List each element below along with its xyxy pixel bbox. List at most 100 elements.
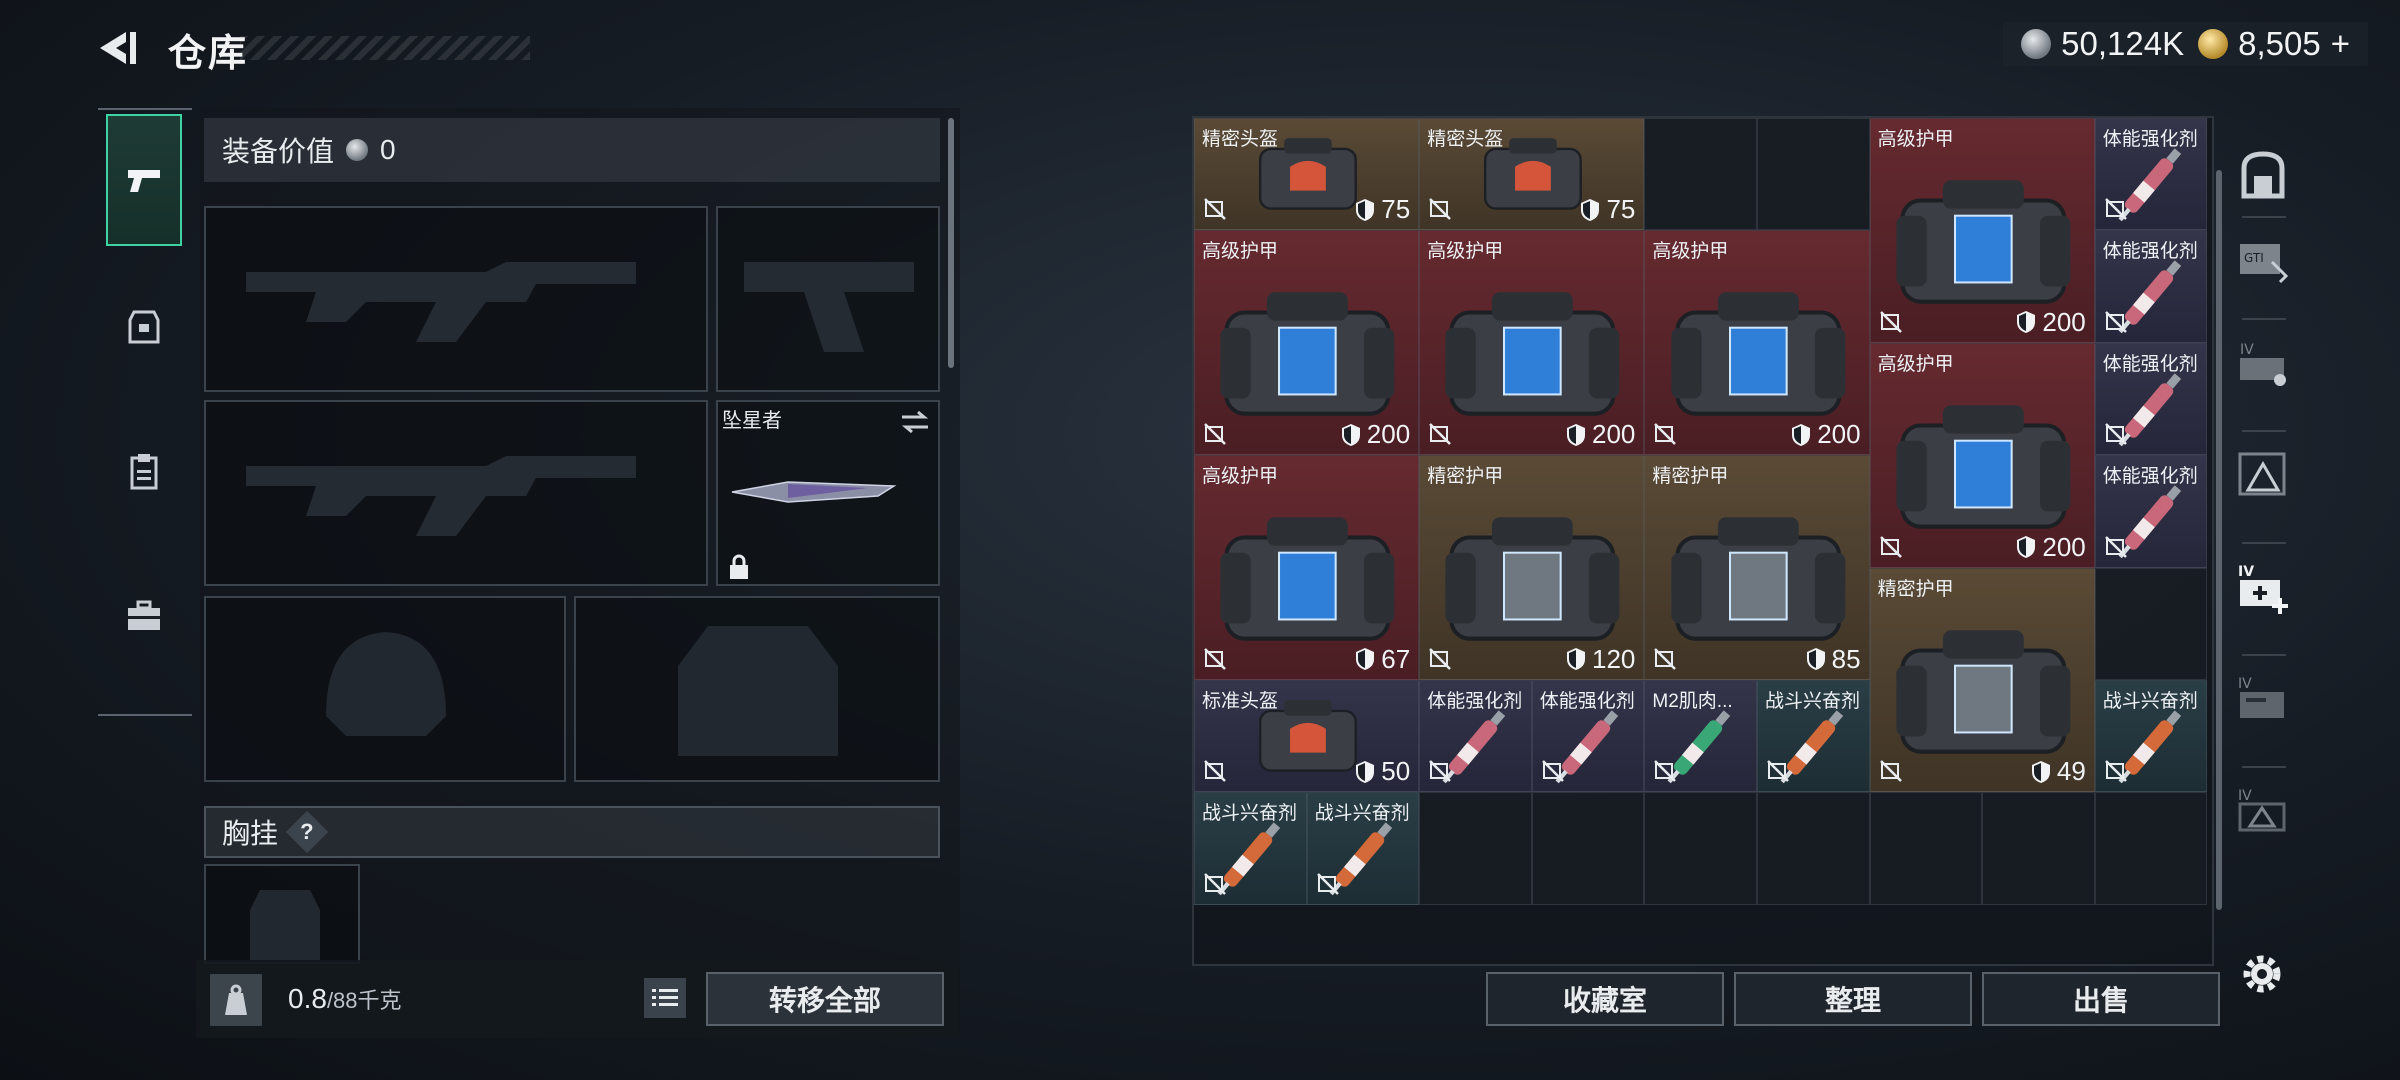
shield-icon bbox=[1806, 648, 1825, 671]
transfer-all-button[interactable]: 转移全部 bbox=[706, 972, 944, 1026]
inventory-item[interactable]: M2肌肉... bbox=[1644, 680, 1757, 793]
inventory-item[interactable]: 体能强化剂 bbox=[2094, 455, 2208, 568]
not-tradable-icon bbox=[2104, 423, 2127, 446]
secondary-weapon-slot[interactable] bbox=[716, 206, 940, 392]
case-add-icon[interactable]: IV bbox=[2234, 558, 2292, 616]
item-name: 体能强化剂 bbox=[2102, 353, 2198, 375]
item-name: 高级护甲 bbox=[1652, 241, 1729, 263]
equipment-value-label: 装备价值 bbox=[222, 136, 335, 167]
durability: 49 bbox=[2031, 756, 2086, 787]
shield-icon bbox=[2031, 760, 2050, 783]
inventory-item[interactable]: 高级护甲 200 bbox=[1644, 230, 1870, 456]
item-name: 战斗兴奋剂 bbox=[1202, 803, 1298, 825]
inventory-item[interactable]: 战斗兴奋剂 bbox=[1757, 680, 1870, 793]
empty-slot[interactable] bbox=[1644, 792, 1757, 905]
backpack-icon[interactable] bbox=[2234, 146, 2292, 204]
inventory-item[interactable]: 标准头盔 50 bbox=[1194, 680, 1420, 793]
gold-currency[interactable]: 8,505 + bbox=[2198, 25, 2350, 63]
durability: 200 bbox=[2016, 532, 2086, 563]
empty-slot[interactable] bbox=[2094, 792, 2208, 905]
empty-slot[interactable] bbox=[1869, 792, 1983, 905]
item-name: 体能强化剂 bbox=[2102, 241, 2198, 263]
inventory-item[interactable]: 高级护甲 200 bbox=[1194, 230, 1420, 456]
item-name: 体能强化剂 bbox=[2102, 129, 2198, 150]
knife-icon bbox=[731, 481, 897, 503]
inventory-item[interactable]: 体能强化剂 bbox=[2094, 118, 2208, 231]
sell-button[interactable]: 出售 bbox=[1982, 972, 2220, 1026]
empty-slot[interactable] bbox=[1982, 792, 2095, 905]
primary-weapon-slot[interactable] bbox=[204, 206, 708, 392]
case-iv-icon[interactable]: IV bbox=[2234, 334, 2292, 392]
category-equipment[interactable] bbox=[106, 260, 182, 392]
collection-room-button[interactable]: 收藏室 bbox=[1486, 972, 1724, 1026]
list-view-button[interactable] bbox=[644, 978, 686, 1018]
back-button[interactable] bbox=[96, 28, 142, 68]
inventory-item[interactable]: 精密头盔 75 bbox=[1194, 118, 1420, 231]
category-cases[interactable] bbox=[106, 550, 182, 682]
inventory-item[interactable]: 高级护甲 200 bbox=[1869, 342, 2095, 568]
inventory-item[interactable]: 体能强化剂 bbox=[2094, 230, 2208, 343]
add-gold-button[interactable]: + bbox=[2331, 25, 2350, 63]
not-tradable-icon bbox=[1316, 872, 1339, 895]
durability-value: 200 bbox=[1817, 419, 1861, 450]
advanced-armor-icon bbox=[1896, 180, 2071, 304]
category-sidebar bbox=[98, 108, 192, 716]
case-warning-icon[interactable] bbox=[2234, 446, 2292, 504]
item-name: 精密头盔 bbox=[1427, 129, 1504, 150]
melee-weapon-name: 坠星者 bbox=[722, 410, 782, 432]
shield-icon bbox=[1566, 648, 1585, 671]
inventory-item[interactable]: 精密护甲 49 bbox=[1869, 567, 2095, 793]
empty-slot[interactable] bbox=[1419, 792, 1532, 905]
empty-slot[interactable] bbox=[1644, 118, 1757, 231]
durability: 75 bbox=[1580, 194, 1635, 225]
weight-readout: 0.8/88千克 bbox=[288, 983, 402, 1015]
settings-button[interactable] bbox=[2238, 950, 2286, 998]
not-tradable-icon bbox=[1767, 760, 1789, 783]
category-consumables[interactable] bbox=[106, 406, 182, 538]
organize-button[interactable]: 整理 bbox=[1734, 972, 1972, 1026]
chest-rig-slot[interactable] bbox=[204, 864, 360, 964]
inventory-item[interactable]: 高级护甲 200 bbox=[1419, 230, 1645, 456]
swap-icon[interactable] bbox=[900, 410, 930, 434]
item-name: 高级护甲 bbox=[1877, 129, 1954, 150]
item-name: 精密头盔 bbox=[1202, 129, 1279, 150]
helmet-slot[interactable] bbox=[204, 596, 566, 782]
tertiary-weapon-slot[interactable] bbox=[204, 400, 708, 586]
inventory-item[interactable]: 高级护甲 67 bbox=[1194, 455, 1420, 680]
inventory-item[interactable]: 战斗兴奋剂 bbox=[1194, 792, 1307, 905]
empty-slot[interactable] bbox=[2094, 567, 2208, 680]
help-icon[interactable]: ? bbox=[285, 810, 329, 854]
inventory-item[interactable]: 精密头盔 75 bbox=[1419, 118, 1645, 231]
inventory-item[interactable]: 体能强化剂 bbox=[1419, 680, 1532, 793]
armor-slot[interactable] bbox=[574, 596, 940, 782]
case-folder-icon[interactable]: IV bbox=[2234, 670, 2292, 728]
silver-currency: 50,124K bbox=[2021, 25, 2184, 63]
inventory-item[interactable]: 战斗兴奋剂 bbox=[1306, 792, 1420, 905]
not-tradable-icon bbox=[1429, 760, 1452, 783]
durability: 200 bbox=[1341, 419, 1410, 450]
empty-slot[interactable] bbox=[1757, 118, 1870, 231]
item-name: 精密护甲 bbox=[1652, 466, 1729, 488]
empty-slot[interactable] bbox=[1531, 792, 1645, 905]
grid-box-icon[interactable]: GTI bbox=[2234, 232, 2292, 290]
advanced-armor-icon bbox=[1220, 292, 1395, 417]
loadout-scrollbar[interactable] bbox=[948, 118, 954, 368]
category-weapons[interactable] bbox=[106, 114, 182, 246]
inventory-item[interactable]: 高级护甲 200 bbox=[1869, 118, 2095, 343]
gear-icon bbox=[2243, 955, 2281, 993]
case-triangle-icon[interactable]: IV bbox=[2234, 782, 2292, 840]
helmet-silhouette-icon bbox=[326, 632, 446, 736]
inventory-item[interactable]: 精密护甲 85 bbox=[1644, 455, 1870, 680]
svg-text:GTI: GTI bbox=[2244, 251, 2264, 265]
not-tradable-icon bbox=[1879, 310, 1902, 333]
not-tradable-icon bbox=[1541, 760, 1564, 783]
inventory-item[interactable]: 体能强化剂 bbox=[1531, 680, 1645, 793]
inventory-item[interactable]: 体能强化剂 bbox=[2094, 342, 2208, 456]
empty-slot[interactable] bbox=[1757, 792, 1870, 905]
shield-icon bbox=[1792, 423, 1811, 446]
inventory-item[interactable]: 战斗兴奋剂 bbox=[2094, 680, 2208, 793]
not-tradable-icon bbox=[2104, 310, 2127, 333]
inventory-item[interactable]: 精密护甲 120 bbox=[1419, 455, 1645, 680]
shield-icon bbox=[1356, 648, 1375, 671]
durability-value: 120 bbox=[1591, 643, 1636, 674]
